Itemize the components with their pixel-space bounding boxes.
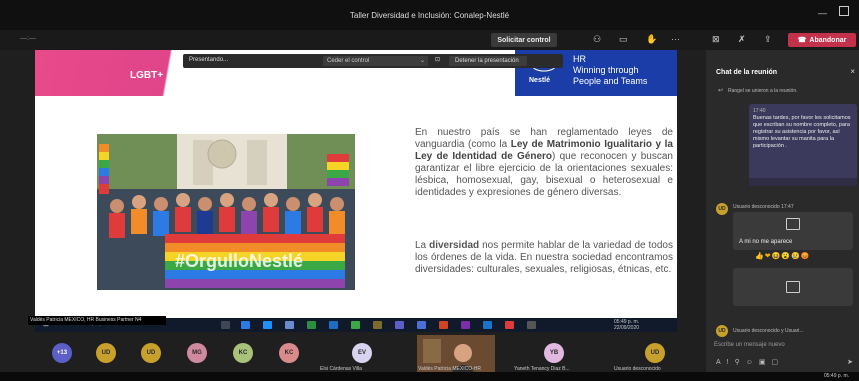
avatar[interactable]: UD xyxy=(141,343,161,363)
own-message-time: 17:40 xyxy=(753,108,766,114)
flag-hashtag: #OrgulloNestlé xyxy=(175,251,303,271)
avatar[interactable]: EV xyxy=(352,343,372,363)
raise-hand-icon[interactable]: ✋ xyxy=(646,34,657,45)
presenting-label: Presentando... xyxy=(189,57,229,63)
compose-toolbar: A!⚲☺▣▢ xyxy=(716,358,784,366)
avatar-more[interactable]: +13 xyxy=(52,343,72,363)
app-icon xyxy=(263,321,272,329)
avatar[interactable]: YB xyxy=(544,343,564,363)
chat-icon[interactable]: ▭ xyxy=(619,34,628,45)
give-control-label: Ceder el control xyxy=(327,58,370,64)
leave-button[interactable]: ☎ Abandonar xyxy=(788,33,856,47)
attach-icon[interactable]: ⚲ xyxy=(735,359,746,366)
share-screen-icon[interactable]: ⇪ xyxy=(764,34,772,45)
pride-group-photo: #OrgulloNestlé xyxy=(97,134,355,290)
more-options-icon[interactable]: ··· xyxy=(671,34,680,44)
app-icon xyxy=(461,321,470,329)
hr-line-1: Winning through xyxy=(573,65,639,75)
priority-icon[interactable]: ! xyxy=(727,359,735,366)
teams-icon xyxy=(395,321,404,329)
window-titlebar: Taller Diversidad e Inclusión: Conalep-N… xyxy=(0,0,859,30)
shared-taskbar-clock: 05:49 p. m. 22/09/2020 xyxy=(614,319,639,331)
message-text: A mi no me aparece xyxy=(739,239,793,245)
avatar: UD xyxy=(716,325,728,337)
minimize-icon[interactable]: — xyxy=(818,8,827,18)
meeting-toolbar: —:— Solicitar control ⚇ ▭ ✋ ··· ⊠ ✗ ⇪ ☎ … xyxy=(0,30,859,50)
join-icon: ↩ xyxy=(718,88,724,94)
meeting-chat-panel: Chat de la reunión × ↩ Rangel se unieron… xyxy=(706,50,859,381)
chat-title: Chat de la reunión xyxy=(716,69,778,76)
nestle-wordmark: Nestlé xyxy=(529,77,551,84)
compose-message-input[interactable]: Escribe un mensaje nuevo xyxy=(710,338,856,352)
stop-presenting-button[interactable]: Detener la presentación xyxy=(449,56,527,66)
p2-bold: diversidad xyxy=(429,240,480,251)
image-placeholder-icon xyxy=(786,281,800,293)
reactions-row[interactable]: 👍❤😆😮😢😡 xyxy=(755,252,810,260)
avatar[interactable]: KC xyxy=(279,343,299,363)
close-icon[interactable]: × xyxy=(850,67,855,76)
own-message: 17:40 Buenas tardes, por favor les solic… xyxy=(749,104,857,180)
join-notice: Rangel se unieron a la reunión. xyxy=(728,88,798,94)
message-card[interactable]: A mi no me aparece xyxy=(733,212,853,250)
participants-icon[interactable]: ⚇ xyxy=(593,34,601,45)
hr-line-2: People and Teams xyxy=(573,76,648,86)
avatar: UD xyxy=(716,203,728,215)
avatar[interactable]: KC xyxy=(233,343,253,363)
shared-screen: LGBT+ Nestlé HR Winning through People a… xyxy=(0,50,706,335)
stop-presenting-label: Detener la presentación xyxy=(455,58,519,64)
os-clock: 05:49 p. m. xyxy=(823,373,849,379)
maximize-icon[interactable] xyxy=(839,6,849,16)
send-icon[interactable]: ➤ xyxy=(847,358,853,366)
powerpoint-icon xyxy=(439,321,448,329)
avatar[interactable]: UD xyxy=(645,343,665,363)
edge-icon xyxy=(329,321,338,329)
presenter-caption: Valdés Patricia MEXICO, HR Business Part… xyxy=(28,316,166,325)
give-control-select[interactable]: Ceder el control ⌄ xyxy=(323,56,428,66)
slide-paragraph-2: La diversidad nos permite hablar de la v… xyxy=(415,240,673,276)
sticker-icon[interactable]: ▢ xyxy=(772,359,785,366)
leave-label: Abandonar xyxy=(809,36,847,44)
chevron-down-icon: ⌄ xyxy=(419,58,425,64)
request-control-button[interactable]: Solicitar control xyxy=(491,33,557,47)
shared-date: 22/09/2020 xyxy=(614,325,640,331)
app-icon xyxy=(417,321,426,329)
emoji-icon[interactable]: ☺ xyxy=(746,359,759,366)
phone-icon: ☎ xyxy=(797,37,807,44)
own-message-text: Buenas tardes, por favor les solicitamos… xyxy=(753,115,851,149)
avatar[interactable]: UD xyxy=(96,343,116,363)
meeting-timer: —:— xyxy=(20,35,36,42)
app-icon xyxy=(307,321,316,329)
taskview-icon xyxy=(241,321,250,329)
app-icon xyxy=(483,321,492,329)
mic-icon xyxy=(221,321,230,329)
excel-icon xyxy=(351,321,360,329)
pin-icon[interactable]: ⊡ xyxy=(435,56,440,63)
p2-text-a: La xyxy=(415,240,430,251)
mic-off-icon[interactable]: ✗ xyxy=(738,34,746,45)
slide-banner-text: LGBT+ xyxy=(130,70,164,81)
message-header: Usuario desconocido y Usuari... xyxy=(733,328,804,334)
message-card[interactable] xyxy=(733,268,853,306)
presenter-toolbar: Presentando... Ceder el control ⌄ ⊡ Dete… xyxy=(183,54,563,68)
camera-off-icon[interactable]: ⊠ xyxy=(712,34,720,45)
app-icon xyxy=(285,321,294,329)
image-placeholder-icon xyxy=(786,218,800,230)
app-icon xyxy=(373,321,382,329)
message-attachment-bar xyxy=(749,178,857,186)
hr-tagline: HR Winning through People and Teams xyxy=(573,54,647,87)
app-icon xyxy=(505,321,514,329)
os-taskbar: 05:49 p. m. xyxy=(0,372,859,381)
slide-paragraph-1: En nuestro país se han reglamentado leye… xyxy=(415,127,673,199)
avatar[interactable]: MG xyxy=(187,343,207,363)
gif-icon[interactable]: ▣ xyxy=(759,359,772,366)
app-icon xyxy=(527,321,536,329)
message-header: Usuario desconocido 17:47 xyxy=(733,204,794,210)
format-icon[interactable]: A xyxy=(716,359,727,366)
photo-illustration: #OrgulloNestlé xyxy=(97,134,355,290)
hr-title: HR xyxy=(573,54,586,64)
window-title: Taller Diversidad e Inclusión: Conalep-N… xyxy=(349,10,510,20)
